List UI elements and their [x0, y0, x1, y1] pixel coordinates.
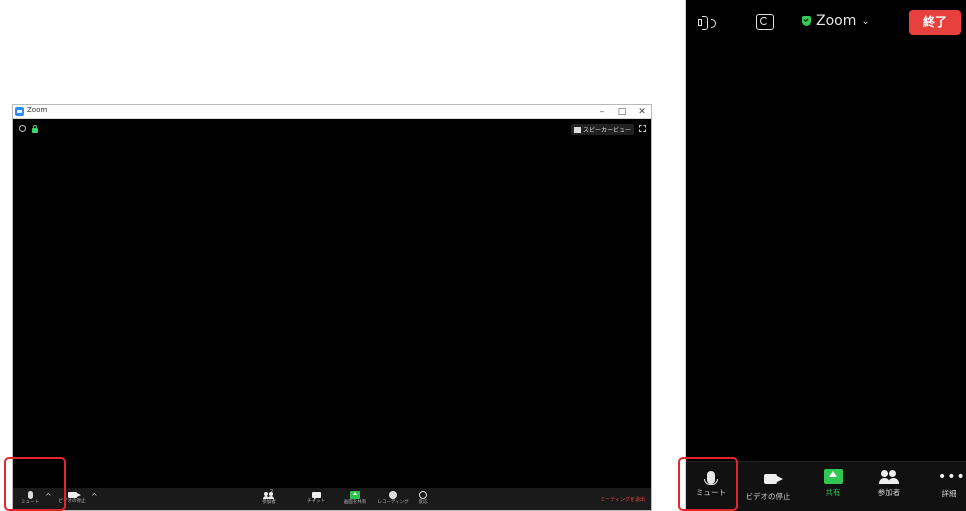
video-area: スピーカービュー: [13, 119, 651, 488]
more-icon: •••: [938, 469, 966, 485]
share-screen-icon: [823, 469, 843, 484]
mobile-share-label: 共有: [825, 488, 841, 497]
desktop-zoom-window: Zoom – □ ✕ スピーカービュー ミュート ^ ビデオの停止 ^ 2 参加…: [12, 104, 652, 511]
participants-icon: [879, 470, 899, 484]
chevron-down-icon: ⌄: [861, 15, 870, 27]
share-screen-icon: [350, 491, 360, 499]
lock-icon[interactable]: [32, 125, 38, 133]
participants-count: 2: [270, 489, 274, 495]
maximize-button[interactable]: □: [617, 105, 627, 119]
zoom-logo-icon: [15, 107, 24, 116]
mobile-mute-highlight-box: [678, 457, 738, 511]
meeting-toolbar: ミュート ^ ビデオの停止 ^ 2 参加者 チャット 画面を共有 レコーディング…: [13, 488, 651, 510]
video-options-chevron-icon[interactable]: ^: [91, 492, 98, 501]
mobile-zoom-window: Zoom ⌄ 終了 ミュート ビデオの停止 共有 参加者 ••• 詳細: [685, 0, 966, 511]
shield-check-icon: [802, 16, 811, 26]
speaker-wave: [711, 19, 716, 28]
mobile-participants-button[interactable]: 参加者: [876, 469, 902, 498]
mute-highlight-box: [4, 457, 66, 511]
mobile-more-button[interactable]: ••• 詳細: [938, 469, 966, 499]
chat-button[interactable]: チャット: [305, 489, 327, 504]
emoji-reaction-icon: [419, 491, 427, 499]
chat-icon: [311, 492, 321, 500]
meeting-title[interactable]: Zoom ⌄: [802, 13, 870, 29]
leave-meeting-button[interactable]: ミーティングを退出: [600, 496, 645, 503]
video-camera-icon: [763, 474, 783, 484]
end-meeting-button[interactable]: 終了: [909, 10, 961, 35]
meeting-title-text: Zoom: [816, 13, 857, 29]
mobile-stop-video-label: ビデオの停止: [745, 492, 791, 501]
record-icon: [389, 491, 397, 499]
switch-camera-icon[interactable]: [756, 14, 774, 30]
video-camera-icon: [67, 492, 81, 498]
window-controls: – □ ✕: [597, 105, 647, 119]
speaker-view-label: スピーカービュー: [582, 127, 631, 134]
participants-label: 参加者: [262, 500, 276, 505]
close-button[interactable]: ✕: [637, 105, 647, 119]
mobile-more-label: 詳細: [941, 489, 957, 498]
record-label: レコーディング: [377, 500, 409, 505]
mobile-participants-label: 参加者: [877, 488, 901, 497]
participants-button[interactable]: 2 参加者: [257, 489, 281, 505]
fullscreen-icon[interactable]: [639, 125, 646, 132]
record-button[interactable]: レコーディング: [376, 489, 410, 505]
mobile-top-bar: Zoom ⌄ 終了: [686, 0, 966, 44]
grid-icon: [573, 126, 581, 133]
speaker-icon[interactable]: [698, 16, 716, 30]
reactions-label: 反応: [418, 500, 428, 505]
info-icon[interactable]: [19, 125, 26, 132]
share-screen-label: 画面を共有: [343, 500, 367, 505]
mobile-share-button[interactable]: 共有: [820, 469, 846, 498]
chat-label: チャット: [307, 499, 325, 504]
window-titlebar: Zoom – □ ✕: [13, 105, 651, 119]
share-screen-button[interactable]: 画面を共有: [341, 489, 369, 505]
minimize-button[interactable]: –: [597, 105, 607, 119]
speaker-cone: [702, 16, 708, 30]
mobile-stop-video-button[interactable]: ビデオの停止: [742, 469, 794, 502]
reactions-button[interactable]: 反応: [416, 489, 430, 505]
window-title: Zoom: [27, 106, 48, 114]
speaker-view-button[interactable]: スピーカービュー: [570, 124, 634, 135]
